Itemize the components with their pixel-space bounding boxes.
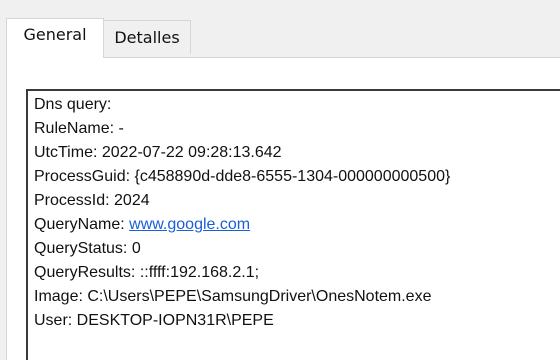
query-name-line: QueryName: www.google.com <box>34 215 250 235</box>
process-id-line: ProcessId: 2024 <box>34 192 150 209</box>
process-guid-line: ProcessGuid: {c458890d-dde8-6555-1304-00… <box>34 168 451 185</box>
query-name-link[interactable]: www.google.com <box>129 216 250 233</box>
tab-detalles[interactable]: Detalles <box>103 20 191 54</box>
utc-time-line: UtcTime: 2022-07-22 09:28:13.642 <box>34 144 282 161</box>
query-results-line: QueryResults: ::ffff:192.168.2.1; <box>34 264 260 281</box>
user-line: User: DESKTOP-IOPN31R\PEPE <box>34 312 274 329</box>
tab-general[interactable]: General <box>6 18 104 58</box>
image-path-line: Image: C:\Users\PEPE\SamsungDriver\OnesN… <box>34 288 432 305</box>
event-description-textbox[interactable]: Dns query: RuleName: - UtcTime: 2022-07-… <box>26 89 560 360</box>
rule-name-line: RuleName: - <box>34 120 124 137</box>
query-name-label: QueryName: <box>34 216 130 233</box>
tab-bar: General Detalles <box>0 0 560 58</box>
query-status-line: QueryStatus: 0 <box>34 240 141 257</box>
event-properties-window: General Detalles Dns query: RuleName: - … <box>0 0 560 360</box>
event-type-line: Dns query: <box>34 96 112 113</box>
